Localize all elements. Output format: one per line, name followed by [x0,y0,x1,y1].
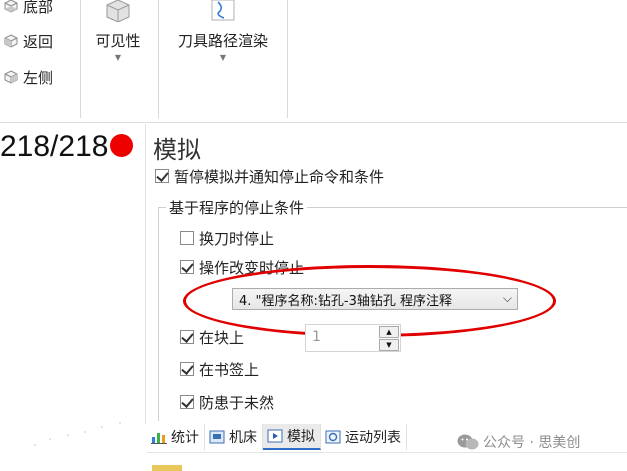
option-label: 在书签上 [199,360,260,379]
tab-label: 统计 [171,430,199,446]
statistics-icon [151,433,167,444]
checkbox-box[interactable] [180,260,194,274]
chevron-down-icon: ▼ [114,53,122,62]
wechat-icon [457,434,479,450]
tab-label: 运动列表 [345,430,401,446]
bottom-tabs: 统计 机床 模拟 运动列表 [147,424,407,450]
ribbon-toolbar: 底部 返回 左侧 可见性 ▼ 刀具路径渲染 ▼ [0,0,627,123]
view-bottom-button[interactable]: 底部 [4,0,53,17]
checkbox-box[interactable] [180,330,194,344]
option-label: 在块上 [199,328,245,347]
tab-label: 机床 [229,430,257,446]
view-back-button[interactable]: 返回 [4,30,53,52]
precaution-checkbox[interactable]: 防患于未然 [180,391,274,413]
ribbon-divider [158,0,159,118]
visibility-button[interactable]: 可见性 ▼ [92,0,144,62]
simulation-counter: 218/218 [0,130,109,163]
block-value[interactable]: 1 [312,329,321,345]
operation-select[interactable]: 4. "程序名称:钻孔-3轴钻孔 程序注释 ⌵ [232,288,518,310]
decorative-dots [34,422,121,446]
stop-on-operation-change-checkbox[interactable]: 操作改变时停止 [180,256,304,278]
partial-heading [152,459,212,471]
checkbox-box[interactable] [180,231,194,245]
cube-left-icon [4,70,18,84]
chevron-down-icon: ▼ [219,53,227,62]
tab-statistics[interactable]: 统计 [147,424,205,450]
stepper-down-icon[interactable]: ▼ [379,339,399,351]
tab-label: 模拟 [287,429,315,445]
panel-title: 模拟 [153,136,201,164]
toolpath-render-button[interactable]: 刀具路径渲染 ▼ [172,0,274,62]
bottom-section [147,452,627,471]
stop-on-bookmark-checkbox[interactable]: 在书签上 [180,358,259,380]
stop-on-tool-change-checkbox[interactable]: 换刀时停止 [180,227,274,249]
visibility-cube-icon [106,0,130,22]
toolpath-render-label: 刀具路径渲染 [177,32,268,50]
view-bottom-label: 底部 [23,0,54,16]
chevron-down-icon[interactable]: ⌵ [503,291,512,306]
group-title: 基于程序的停止条件 [166,197,308,218]
ribbon-divider [287,0,288,118]
option-label: 换刀时停止 [199,229,275,248]
pause-notify-label: 暂停模拟并通知停止命令和条件 [174,167,385,186]
view-left-button[interactable]: 左侧 [4,66,53,88]
cube-back-icon [4,34,18,48]
stepper-up-icon[interactable]: ▲ [379,326,399,338]
checkbox-box[interactable] [155,169,169,183]
watermark: 公众号 · 思美创 [457,432,580,452]
toolpath-icon [211,0,235,21]
block-stepper[interactable]: 1 ▲ ▼ [305,324,401,352]
ribbon-divider [80,0,81,118]
view-left-label: 左侧 [23,68,54,87]
watermark-text: 公众号 · 思美创 [483,435,581,451]
cube-bottom-icon [4,0,18,13]
machine-icon [209,430,225,444]
view-back-label: 返回 [23,32,54,51]
stop-on-block-checkbox[interactable]: 在块上 [180,326,244,348]
status-indicator [110,134,133,157]
tab-machine[interactable]: 机床 [205,424,263,450]
motion-list-icon [325,430,341,444]
checkbox-box[interactable] [180,395,194,409]
visibility-label: 可见性 [95,32,141,50]
tab-simulate[interactable]: 模拟 [263,424,321,450]
tab-motion-list[interactable]: 运动列表 [321,424,407,450]
option-label: 防患于未然 [199,393,275,412]
option-label: 操作改变时停止 [199,258,305,277]
simulate-play-icon [267,429,283,443]
operation-select-value: 4. "程序名称:钻孔-3轴钻孔 程序注释 [239,293,452,309]
panel-divider [145,124,146,424]
pause-notify-checkbox[interactable]: 暂停模拟并通知停止命令和条件 [155,165,384,187]
checkbox-box[interactable] [180,362,194,376]
